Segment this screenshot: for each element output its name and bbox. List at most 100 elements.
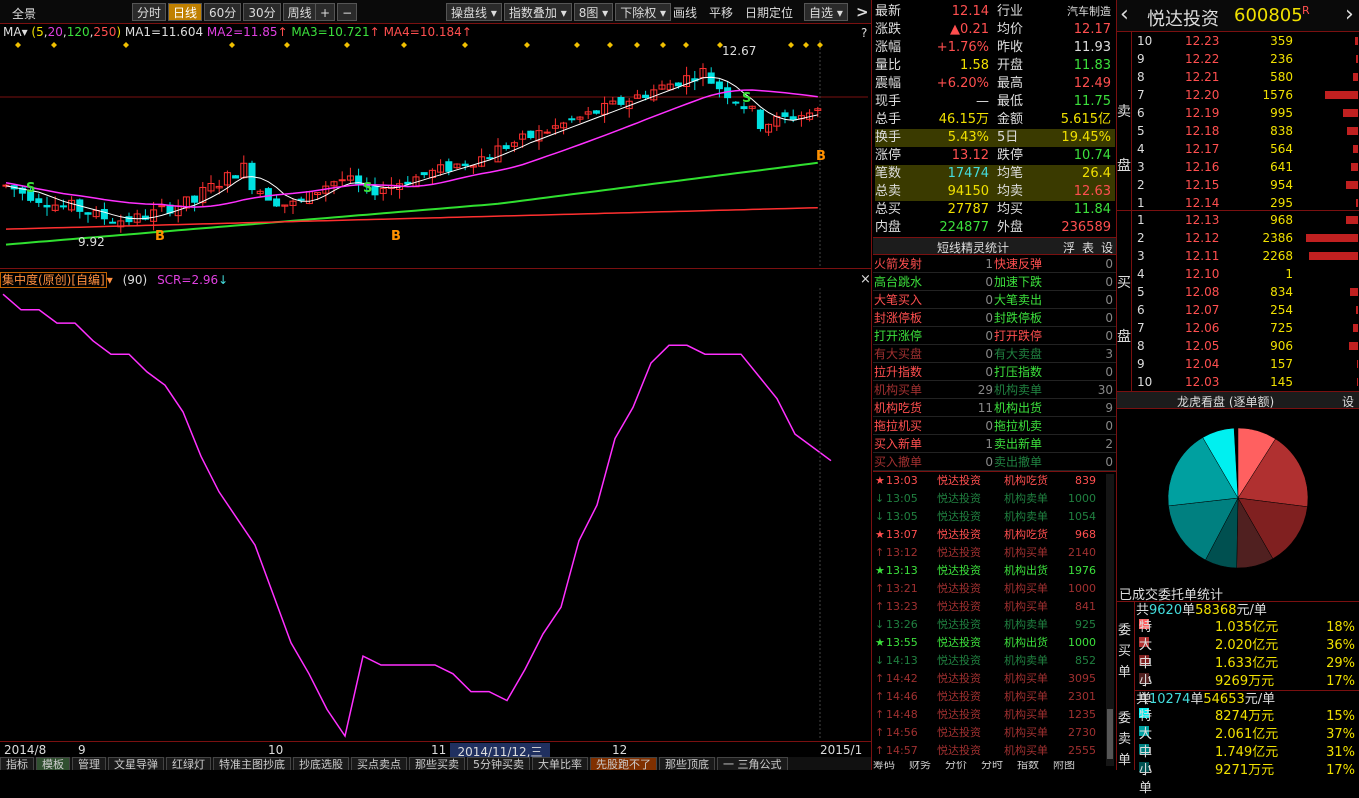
trade-row[interactable]: ↓ 14:13 悦达投资 机构卖单 852 <box>873 652 1105 670</box>
sell-level-row[interactable]: 10 12.23 359 <box>1133 32 1358 50</box>
bottom-tab[interactable]: 特准主图抄底 <box>213 757 291 770</box>
sprite-float-button[interactable]: 浮 <box>1063 239 1075 256</box>
trade-row[interactable]: ↑ 14:48 悦达投资 机构买单 1235 <box>873 706 1105 724</box>
toolbar-button[interactable]: 日期定位 <box>740 3 798 21</box>
period-tab[interactable]: 分时 <box>132 3 167 21</box>
buy-level-row[interactable]: 2 12.12 2386 <box>1133 229 1358 247</box>
event-marker-icon[interactable] <box>683 42 689 48</box>
sprite-row[interactable]: 机构吃货 11 机构出货 9 <box>873 399 1116 417</box>
sell-level-row[interactable]: 2 12.15 954 <box>1133 176 1358 194</box>
bottom-tab[interactable]: 那些顶底 <box>659 757 715 770</box>
ma-prefix[interactable]: MA <box>3 25 22 39</box>
watchlist-select[interactable]: 自选 ▾ <box>804 3 848 21</box>
bottom-tab[interactable]: 买点卖点 <box>351 757 407 770</box>
menu-dropdown[interactable]: 8图 ▾ <box>573 3 614 21</box>
event-marker-icon[interactable] <box>344 42 350 48</box>
sell-level-row[interactable]: 8 12.21 580 <box>1133 68 1358 86</box>
buy-level-row[interactable]: 6 12.07 254 <box>1133 301 1358 319</box>
event-marker-icon[interactable] <box>660 42 666 48</box>
indicator-chart[interactable] <box>0 288 868 740</box>
buy-level-row[interactable]: 9 12.04 157 <box>1133 355 1358 373</box>
trade-row[interactable]: ↑ 13:23 悦达投资 机构买单 841 <box>873 598 1105 616</box>
indicator-close-icon[interactable]: × <box>860 272 871 287</box>
bottom-mid-tab[interactable]: 分价 <box>945 761 967 770</box>
event-marker-icon[interactable] <box>462 42 468 48</box>
next-stock-button[interactable]: › <box>1345 2 1354 27</box>
buy-level-row[interactable]: 10 12.03 145 <box>1133 373 1358 391</box>
menu-dropdown[interactable]: 操盘线 ▾ <box>446 3 502 21</box>
event-marker-icon[interactable] <box>401 42 407 48</box>
sprite-row[interactable]: 拉升指数 0 打压指数 0 <box>873 363 1116 381</box>
event-marker-icon[interactable] <box>634 42 640 48</box>
sprite-row[interactable]: 高台跳水 0 加速下跌 0 <box>873 273 1116 291</box>
trade-row[interactable]: ★ 13:03 悦达投资 机构吃货 839 <box>873 472 1105 490</box>
prev-stock-button[interactable]: ‹ <box>1120 2 1129 27</box>
bottom-tab[interactable]: 先股跑不了 <box>590 757 657 770</box>
trade-row[interactable]: ↑ 14:57 悦达投资 机构买单 2555 <box>873 742 1105 760</box>
event-marker-icon[interactable] <box>817 42 823 48</box>
trade-row[interactable]: ↑ 14:46 悦达投资 机构买单 2301 <box>873 688 1105 706</box>
event-marker-icon[interactable] <box>524 42 530 48</box>
trade-row[interactable]: ↑ 13:12 悦达投资 机构买单 2140 <box>873 544 1105 562</box>
menu-dropdown[interactable]: 下除权 ▾ <box>615 3 672 21</box>
event-marker-icon[interactable] <box>284 42 290 48</box>
trade-row[interactable]: ↓ 13:26 悦达投资 机构卖单 925 <box>873 616 1105 634</box>
sprite-row[interactable]: 机构买单 29 机构卖单 30 <box>873 381 1116 399</box>
price-chart[interactable]: 12.67 9.92 S S S B B B <box>0 40 868 266</box>
sell-level-row[interactable]: 9 12.22 236 <box>1133 50 1358 68</box>
trade-scrollbar-thumb[interactable] <box>1107 709 1113 759</box>
bottom-mid-tab[interactable]: 财务 <box>909 761 931 770</box>
buy-level-row[interactable]: 3 12.11 2268 <box>1133 247 1358 265</box>
sell-level-row[interactable]: 5 12.18 838 <box>1133 122 1358 140</box>
sprite-row[interactable]: 大笔买入 0 大笔卖出 0 <box>873 291 1116 309</box>
trade-row[interactable]: ↑ 14:42 悦达投资 机构买单 3095 <box>873 670 1105 688</box>
trade-row[interactable]: ↓ 13:05 悦达投资 机构卖单 1054 <box>873 508 1105 526</box>
trade-scrollbar[interactable] <box>1106 474 1114 766</box>
event-marker-icon[interactable] <box>788 42 794 48</box>
trade-row[interactable]: ↑ 13:21 悦达投资 机构买单 1000 <box>873 580 1105 598</box>
trade-row[interactable]: ↑ 14:56 悦达投资 机构买单 2730 <box>873 724 1105 742</box>
sell-level-row[interactable]: 1 12.14 295 <box>1133 194 1358 212</box>
indicator-dropdown-icon[interactable]: ▾ <box>107 273 113 287</box>
zoom-out-button[interactable]: − <box>337 3 358 21</box>
sprite-row[interactable]: 打开涨停 0 打开跌停 0 <box>873 327 1116 345</box>
toolbar-button[interactable]: 平移 <box>704 3 738 21</box>
event-marker-icon[interactable] <box>15 42 21 48</box>
trade-row[interactable]: ★ 13:55 悦达投资 机构出货 1000 <box>873 634 1105 652</box>
ma-help-icon[interactable]: ? <box>861 26 867 40</box>
event-marker-icon[interactable] <box>607 42 613 48</box>
bottom-tab[interactable]: 那些买卖 <box>409 757 465 770</box>
bottom-tab[interactable]: 管理 <box>72 757 106 770</box>
period-tab[interactable]: 60分 <box>204 3 242 21</box>
event-marker-icon[interactable] <box>51 42 57 48</box>
bottom-mid-tab[interactable]: 分时 <box>981 761 1003 770</box>
sell-level-row[interactable]: 4 12.17 564 <box>1133 140 1358 158</box>
buy-level-row[interactable]: 7 12.06 725 <box>1133 319 1358 337</box>
bottom-mid-tab[interactable]: 附图 <box>1053 761 1075 770</box>
bottom-tab[interactable]: 抄底选股 <box>293 757 349 770</box>
sell-level-row[interactable]: 6 12.19 995 <box>1133 104 1358 122</box>
bottom-tab[interactable]: 5分钟买卖 <box>467 757 530 770</box>
event-marker-icon[interactable] <box>229 42 235 48</box>
buy-level-row[interactable]: 4 12.10 1 <box>1133 265 1358 283</box>
period-tab[interactable]: 日线 <box>168 3 203 21</box>
menu-dropdown[interactable]: 指数叠加 ▾ <box>503 3 572 21</box>
bottom-tab[interactable]: 一 三角公式 <box>717 757 788 770</box>
sprite-row[interactable]: 封涨停板 0 封跌停板 0 <box>873 309 1116 327</box>
event-marker-icon[interactable] <box>123 42 129 48</box>
trade-row[interactable]: ★ 13:13 悦达投资 机构出货 1976 <box>873 562 1105 580</box>
sprite-row[interactable]: 拖拉机买 0 拖拉机卖 0 <box>873 417 1116 435</box>
bottom-mid-tab[interactable]: 筹码 <box>873 761 895 770</box>
period-tab[interactable]: 30分 <box>243 3 281 21</box>
view-label[interactable]: 全景 <box>12 5 36 22</box>
buy-level-row[interactable]: 5 12.08 834 <box>1133 283 1358 301</box>
indicator-name[interactable]: 集中度(原创)[自编] <box>0 272 107 288</box>
bottom-tab[interactable]: 大单比率 <box>532 757 588 770</box>
event-marker-icon[interactable] <box>803 42 809 48</box>
sprite-table-button[interactable]: 表 <box>1082 239 1094 256</box>
sprite-settings-button[interactable]: 设 <box>1101 239 1113 256</box>
trade-row[interactable]: ★ 13:07 悦达投资 机构吃货 968 <box>873 526 1105 544</box>
trade-row[interactable]: ↓ 13:05 悦达投资 机构卖单 1000 <box>873 490 1105 508</box>
bottom-mid-tab[interactable]: 指数 <box>1017 761 1039 770</box>
toolbar-button[interactable]: 画线 <box>668 3 702 21</box>
